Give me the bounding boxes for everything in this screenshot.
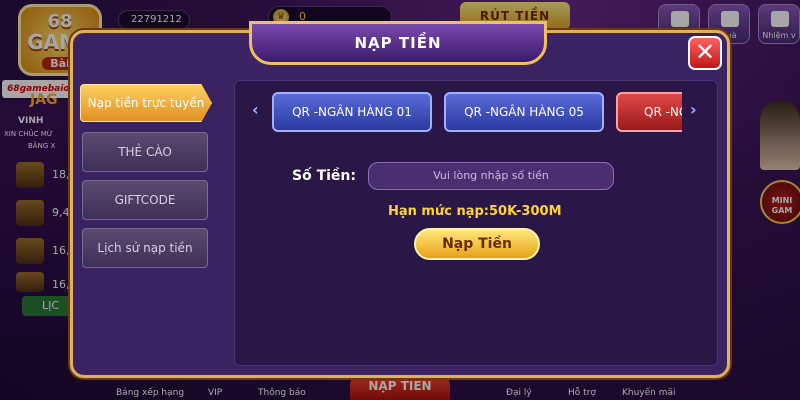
- modal-title: NẠP TIỀN: [249, 21, 547, 65]
- bank-option-selected[interactable]: QR -NG: [616, 92, 682, 132]
- limit-text: Hạn mức nạp:50K-300M: [388, 204, 562, 219]
- arrow-left-icon[interactable]: ‹: [252, 100, 259, 119]
- close-button[interactable]: ✕: [688, 36, 722, 70]
- arrow-right-icon[interactable]: ›: [690, 100, 697, 119]
- tab-deposit-history[interactable]: Lịch sử nạp tiền: [82, 228, 208, 268]
- amount-input[interactable]: Vui lòng nhập số tiền: [368, 162, 614, 190]
- bank-carousel: QR -NGÂN HÀNG 01 QR -NGÂN HÀNG 05 QR -NG: [272, 92, 682, 132]
- deposit-submit-button[interactable]: Nạp Tiền: [414, 228, 540, 260]
- tab-card[interactable]: THẺ CÀO: [82, 132, 208, 172]
- bank-option[interactable]: QR -NGÂN HÀNG 05: [444, 92, 604, 132]
- tab-giftcode[interactable]: GIFTCODE: [82, 180, 208, 220]
- amount-label: Số Tiền:: [292, 168, 356, 184]
- tab-online-deposit[interactable]: Nạp tiền trực tuyến: [80, 84, 212, 122]
- bank-option[interactable]: QR -NGÂN HÀNG 01: [272, 92, 432, 132]
